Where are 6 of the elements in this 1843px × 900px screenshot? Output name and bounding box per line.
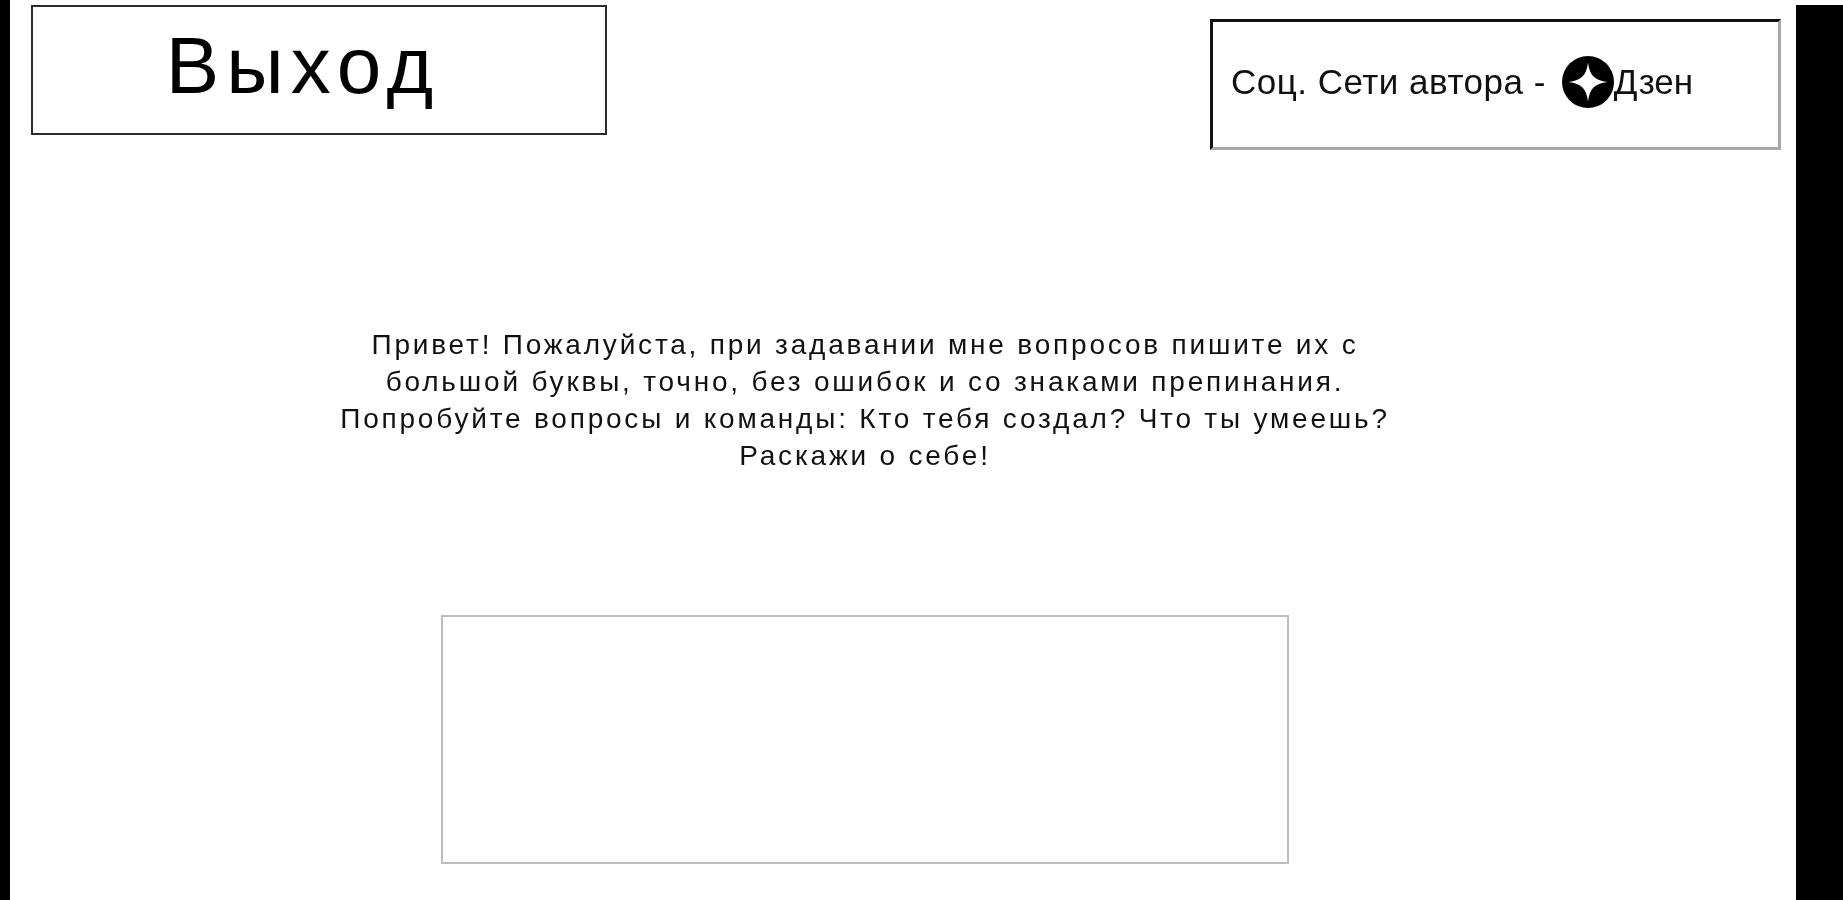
message-input[interactable]	[441, 615, 1289, 864]
social-label: Соц. Сети автора -	[1231, 61, 1546, 102]
sparkle-icon	[1561, 55, 1614, 108]
intro-text: Привет! Пожалуйста, при задавании мне вопросов пишите их с большой буквы, точно, без ошибок и со знаками препинания. Попробуйте вопросы и команды: Кто тебя создал? Что ты умеешь? Раскажи о себе!	[340, 328, 1390, 473]
exit-button[interactable]: Выход	[31, 5, 607, 135]
social-link[interactable]: Дзен	[1561, 55, 1694, 108]
